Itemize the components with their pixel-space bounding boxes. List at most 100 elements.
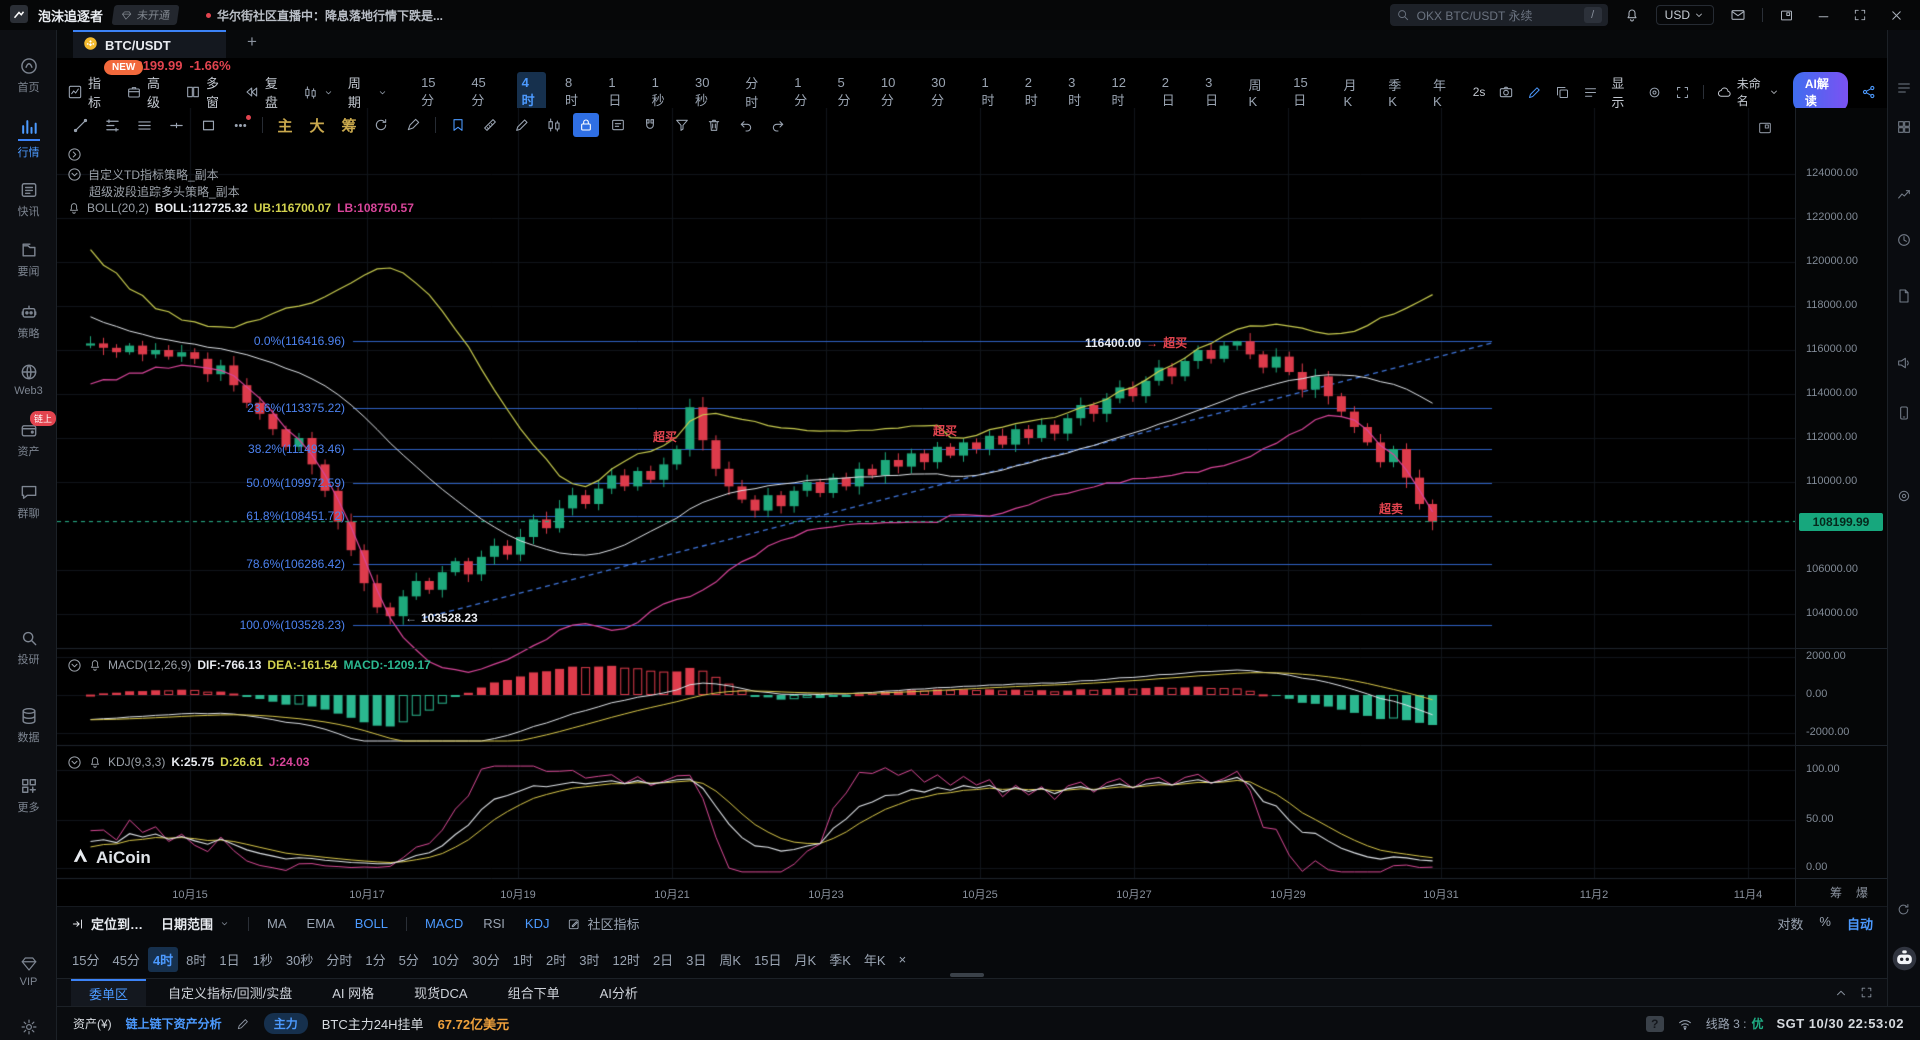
timeframe-15分[interactable]: 15分 [416, 72, 452, 112]
sidebar-item-快讯[interactable]: 快讯 [0, 180, 57, 219]
draw-tool-magnet[interactable] [637, 113, 663, 137]
draw-tool-pen2[interactable] [400, 113, 426, 137]
help-button[interactable]: ? [1646, 1016, 1664, 1032]
bottom-timeframe-周K[interactable]: 周K [714, 947, 746, 972]
bottom-tab-AI分析[interactable]: AI分析 [582, 979, 656, 1006]
strategy-legend-2[interactable]: 超级波段追踪多头策略_副本 [67, 183, 414, 199]
bottom-timeframe-45分[interactable]: 45分 [107, 947, 144, 972]
draw-tool-大[interactable]: 大 [304, 113, 330, 137]
sidebar-item-首页[interactable]: 首页 [0, 56, 57, 95]
candle-style-select[interactable] [303, 85, 334, 100]
scale-%[interactable]: % [1819, 914, 1831, 933]
sidebar-item-资产[interactable]: 资产链上 [0, 420, 57, 459]
sidebar-item-更多[interactable]: 更多 [0, 776, 57, 815]
timeframe-4时[interactable]: 4时 [517, 72, 546, 112]
timeframe-10分[interactable]: 10分 [876, 72, 912, 112]
close-timeframe-bar[interactable]: × [894, 949, 912, 970]
timeframe-45分[interactable]: 45分 [466, 72, 502, 112]
asset-toggle[interactable]: 资产(¥) [73, 1015, 112, 1032]
timeframe-1秒[interactable]: 1秒 [647, 72, 676, 112]
overlay-MA[interactable]: MA [267, 916, 287, 931]
collapse-panel-icon[interactable] [1834, 986, 1848, 1000]
indicator-KDJ[interactable]: KDJ [525, 916, 550, 931]
collapse-control[interactable] [67, 146, 414, 162]
rail-file-button[interactable] [1896, 288, 1912, 304]
bottom-timeframe-1时[interactable]: 1时 [508, 947, 538, 972]
timeframe-3时[interactable]: 3时 [1063, 72, 1092, 112]
draw-tool-fiblines[interactable] [99, 113, 125, 137]
period-select[interactable]: 周期 [348, 73, 388, 111]
chart-screenshot-icon[interactable] [1757, 120, 1773, 136]
refresh-speed[interactable]: 2s [1473, 85, 1486, 99]
bottom-timeframe-8时[interactable]: 8时 [181, 947, 211, 972]
sidebar-item-行情[interactable]: 行情 [0, 117, 57, 160]
rail-clock-button[interactable] [1896, 232, 1912, 248]
main-force-badge[interactable]: 主力 [264, 1013, 308, 1034]
bottom-timeframe-分时[interactable]: 分时 [321, 947, 357, 972]
horizontal-scrollbar[interactable] [950, 973, 984, 977]
bottom-timeframe-4时[interactable]: 4时 [148, 947, 178, 972]
news-ticker[interactable]: 华尔街社区直播中：降息落地行情下跌是... [206, 7, 443, 24]
target-button[interactable] [1647, 85, 1662, 100]
scale-对数[interactable]: 对数 [1777, 914, 1803, 933]
bottom-timeframe-2日[interactable]: 2日 [648, 947, 678, 972]
candlestick-chart-canvas[interactable] [57, 108, 1795, 906]
timeframe-月K[interactable]: 月K [1339, 72, 1370, 112]
draw-tool-refresh[interactable] [368, 113, 394, 137]
bottom-timeframe-3日[interactable]: 3日 [681, 947, 711, 972]
indicator-RSI[interactable]: RSI [483, 916, 505, 931]
scale-自动[interactable]: 自动 [1847, 914, 1873, 933]
bottom-timeframe-15分[interactable]: 15分 [67, 947, 104, 972]
draw-tool-flag[interactable] [445, 113, 471, 137]
axis-toggle-筹[interactable]: 筹 [1830, 884, 1842, 901]
expand-panel-icon[interactable] [1860, 986, 1873, 999]
draw-tool-pencil[interactable] [509, 113, 535, 137]
bottom-timeframe-5分[interactable]: 5分 [394, 947, 424, 972]
bottom-timeframe-1日[interactable]: 1日 [214, 947, 244, 972]
sidebar-item-策略[interactable]: 策略 [0, 302, 57, 341]
bottom-timeframe-10分[interactable]: 10分 [427, 947, 464, 972]
notifications-button[interactable] [1618, 7, 1646, 23]
draw-tool-lock[interactable] [573, 113, 599, 137]
currency-select[interactable]: USD [1656, 5, 1714, 25]
draw-button[interactable] [1527, 85, 1542, 100]
timeframe-15日[interactable]: 15日 [1288, 72, 1324, 112]
date-axis[interactable]: 10月1510月1710月1910月2110月2310月2510月2710月29… [57, 880, 1795, 906]
timeframe-2时[interactable]: 2时 [1020, 72, 1049, 112]
minimize-button[interactable] [1810, 8, 1837, 23]
membership-badge[interactable]: 未开通 [112, 5, 180, 25]
timeframe-30秒[interactable]: 30秒 [690, 72, 726, 112]
timeframe-2日[interactable]: 2日 [1157, 72, 1186, 112]
price-axis[interactable]: 108199.99 筹爆 124000.00122000.00120000.00… [1795, 108, 1887, 906]
timeframe-8时[interactable]: 8时 [560, 72, 589, 112]
overlay-BOLL[interactable]: BOLL [355, 916, 388, 931]
line-label[interactable]: 线路 3 : [1706, 1015, 1747, 1032]
display-button[interactable]: 显示 [1611, 73, 1634, 111]
draw-tool-rect-tool[interactable] [195, 113, 221, 137]
share-button[interactable] [1861, 84, 1877, 100]
draw-tool-candles[interactable] [541, 113, 567, 137]
sidebar-item-要闻[interactable]: 要闻 [0, 240, 57, 279]
draw-tool-more-dots[interactable] [227, 113, 253, 137]
edit-pencil-icon[interactable] [236, 1017, 250, 1031]
draw-tool-hlines3[interactable] [131, 113, 157, 137]
draw-tool-redo[interactable] [765, 113, 791, 137]
onchain-analysis-link[interactable]: 链上链下资产分析 [126, 1015, 222, 1032]
bottom-timeframe-季K[interactable]: 季K [824, 947, 856, 972]
rail-speaker-button[interactable] [1896, 355, 1912, 371]
axis-toggle-爆[interactable]: 爆 [1856, 884, 1868, 901]
strategy-legend-1[interactable]: 自定义TD指标策略_副本 [67, 166, 414, 182]
rail-phone-button[interactable] [1896, 405, 1912, 421]
toolbar-button-4[interactable]: 复盘 [244, 73, 289, 111]
screenshot-button[interactable] [1498, 84, 1514, 100]
maximize-button[interactable] [1847, 8, 1873, 22]
sidebar-item-投研[interactable]: 投研 [0, 628, 57, 667]
ai-analysis-button[interactable]: AI解读 [1793, 72, 1848, 112]
timeframe-30分[interactable]: 30分 [926, 72, 962, 112]
new-tab-button[interactable]: + [247, 32, 257, 52]
bottom-timeframe-1秒[interactable]: 1秒 [248, 947, 278, 972]
locate-button[interactable]: 定位到… [71, 914, 143, 933]
bottom-tab-委单区[interactable]: 委单区 [71, 979, 146, 1006]
layout-select[interactable]: 未命名 [1717, 75, 1780, 109]
rail-target-button[interactable] [1896, 488, 1912, 504]
